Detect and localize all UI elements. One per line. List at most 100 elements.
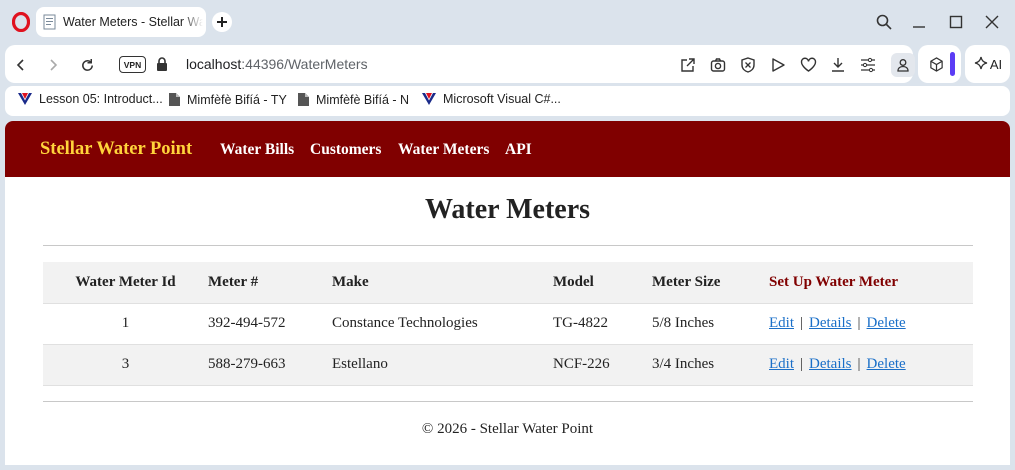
cell-actions: Edit | Details | Delete	[769, 344, 973, 386]
column-header: Model	[553, 262, 652, 304]
footer-divider	[43, 401, 973, 402]
downloads-button[interactable]	[828, 55, 848, 75]
edit-link[interactable]: Edit	[769, 315, 794, 331]
ai-label: AI	[989, 56, 1003, 72]
close-window-button[interactable]	[981, 11, 1003, 33]
nav-water-bills[interactable]: Water Bills	[220, 141, 294, 159]
bookmarks-bar: Lesson 05: Introduct... Mimfèfè Bifíá - …	[5, 86, 1010, 116]
table-row: 3 588-279-663 Estellano NCF-226 3/4 Inch…	[43, 344, 973, 386]
cube-icon[interactable]	[929, 57, 944, 72]
brand-link[interactable]: Stellar Water Point	[40, 139, 192, 160]
opera-logo-icon[interactable]	[12, 12, 30, 32]
bookmark-item[interactable]: Lesson 05: Introduct...	[17, 92, 163, 106]
camera-icon	[710, 58, 726, 72]
bookmark-item[interactable]: Mimfèfè Bifíá - TY	[168, 92, 287, 107]
cell-model: NCF-226	[553, 344, 652, 386]
vpn-badge[interactable]: VPN	[119, 56, 146, 73]
heart-icon	[800, 57, 816, 72]
cell-make: Constance Technologies	[332, 303, 553, 345]
nav-water-meters[interactable]: Water Meters	[398, 141, 489, 159]
document-icon	[169, 93, 180, 106]
document-icon	[298, 93, 309, 106]
bookmark-label: Microsoft Visual C#...	[443, 92, 561, 106]
url-path: :44396/WaterMeters	[241, 56, 368, 72]
nav-customers[interactable]: Customers	[310, 141, 381, 159]
back-button[interactable]	[10, 54, 32, 76]
bookmark-item[interactable]: Mimfèfè Bifíá - N	[297, 92, 409, 107]
new-tab-button[interactable]	[212, 12, 232, 32]
easy-setup-button[interactable]	[858, 55, 878, 75]
close-icon	[985, 15, 999, 29]
separator: |	[800, 315, 804, 331]
user-icon	[897, 59, 909, 72]
bookmark-item[interactable]: Microsoft Visual C#...	[421, 92, 561, 106]
page-viewport: Stellar Water Point Water Bills Customer…	[5, 121, 1010, 465]
reload-button[interactable]	[76, 54, 98, 76]
forward-button[interactable]	[42, 54, 64, 76]
maximize-icon	[949, 15, 963, 29]
details-link[interactable]: Details	[809, 356, 852, 372]
column-header: Meter #	[208, 262, 332, 304]
arrow-left-icon	[16, 59, 24, 71]
shield-icon	[741, 57, 755, 73]
tab-bar: Water Meters - Stellar Water Point	[0, 0, 1015, 44]
tab-title: Water Meters - Stellar Water Point	[63, 15, 203, 29]
player-button[interactable]	[768, 55, 788, 75]
column-header: Water Meter Id	[43, 262, 208, 304]
page-favicon-icon	[43, 14, 56, 30]
cell-make: Estellano	[332, 344, 553, 386]
search-icon	[876, 14, 892, 30]
profile-button[interactable]	[891, 53, 915, 77]
my-flow-button[interactable]	[798, 55, 818, 75]
visual-studio-icon	[422, 93, 436, 105]
share-button[interactable]	[678, 55, 698, 75]
lock-icon[interactable]	[155, 56, 169, 72]
table-row: 1 392-494-572 Constance Technologies TG-…	[43, 303, 973, 345]
sidebar-toggle[interactable]	[950, 52, 955, 76]
column-header: Make	[332, 262, 553, 304]
tab-water-meters[interactable]: Water Meters - Stellar Water Point	[36, 7, 206, 37]
toolbar: VPN localhost:44396/WaterMeters	[5, 45, 915, 83]
search-tabs-button[interactable]	[873, 11, 895, 33]
edit-link[interactable]: Edit	[769, 356, 794, 372]
separator: |	[857, 356, 861, 372]
url-host: localhost	[186, 56, 242, 72]
download-icon	[832, 58, 844, 72]
sparkle-icon	[974, 56, 987, 70]
column-header: Set Up Water Meter	[769, 262, 973, 304]
aria-ai-button[interactable]: AI	[965, 45, 1010, 83]
page-title: Water Meters	[424, 194, 591, 225]
delete-link[interactable]: Delete	[867, 315, 906, 331]
bookmark-label: Mimfèfè Bifíá - N	[316, 92, 410, 107]
bookmark-label: Lesson 05: Introduct...	[39, 92, 163, 106]
cell-id: 3	[43, 344, 208, 386]
bookmark-label: Mimfèfè Bifíá - TY	[187, 92, 287, 107]
cell-meter-size: 3/4 Inches	[652, 344, 769, 386]
minimize-button[interactable]	[908, 11, 930, 33]
cell-meter-number: 392-494-572	[208, 303, 332, 345]
play-icon	[772, 58, 785, 72]
nav-api[interactable]: API	[505, 141, 532, 159]
snapshot-button[interactable]	[708, 55, 728, 75]
title-divider	[43, 245, 973, 246]
cell-model: TG-4822	[553, 303, 652, 345]
adblock-button[interactable]	[738, 55, 758, 75]
details-link[interactable]: Details	[809, 315, 852, 331]
cell-meter-number: 588-279-663	[208, 344, 332, 386]
cell-id: 1	[43, 303, 208, 345]
share-icon	[681, 58, 695, 72]
address-row: VPN localhost:44396/WaterMeters AI	[0, 44, 1015, 84]
arrow-right-icon	[50, 59, 58, 71]
extensions-area	[918, 45, 961, 83]
sliders-icon	[861, 57, 875, 73]
maximize-button[interactable]	[945, 11, 967, 33]
footer-text: © 2026 - Stellar Water Point	[421, 421, 594, 437]
column-header: Meter Size	[652, 262, 769, 304]
address-bar[interactable]: localhost:44396/WaterMeters	[186, 56, 368, 72]
minimize-icon	[913, 26, 925, 28]
cell-meter-size: 5/8 Inches	[652, 303, 769, 345]
table-header-row: Water Meter Id Meter # Make Model Meter …	[43, 262, 973, 304]
delete-link[interactable]: Delete	[867, 356, 906, 372]
separator: |	[857, 315, 861, 331]
visual-studio-icon	[18, 93, 32, 105]
